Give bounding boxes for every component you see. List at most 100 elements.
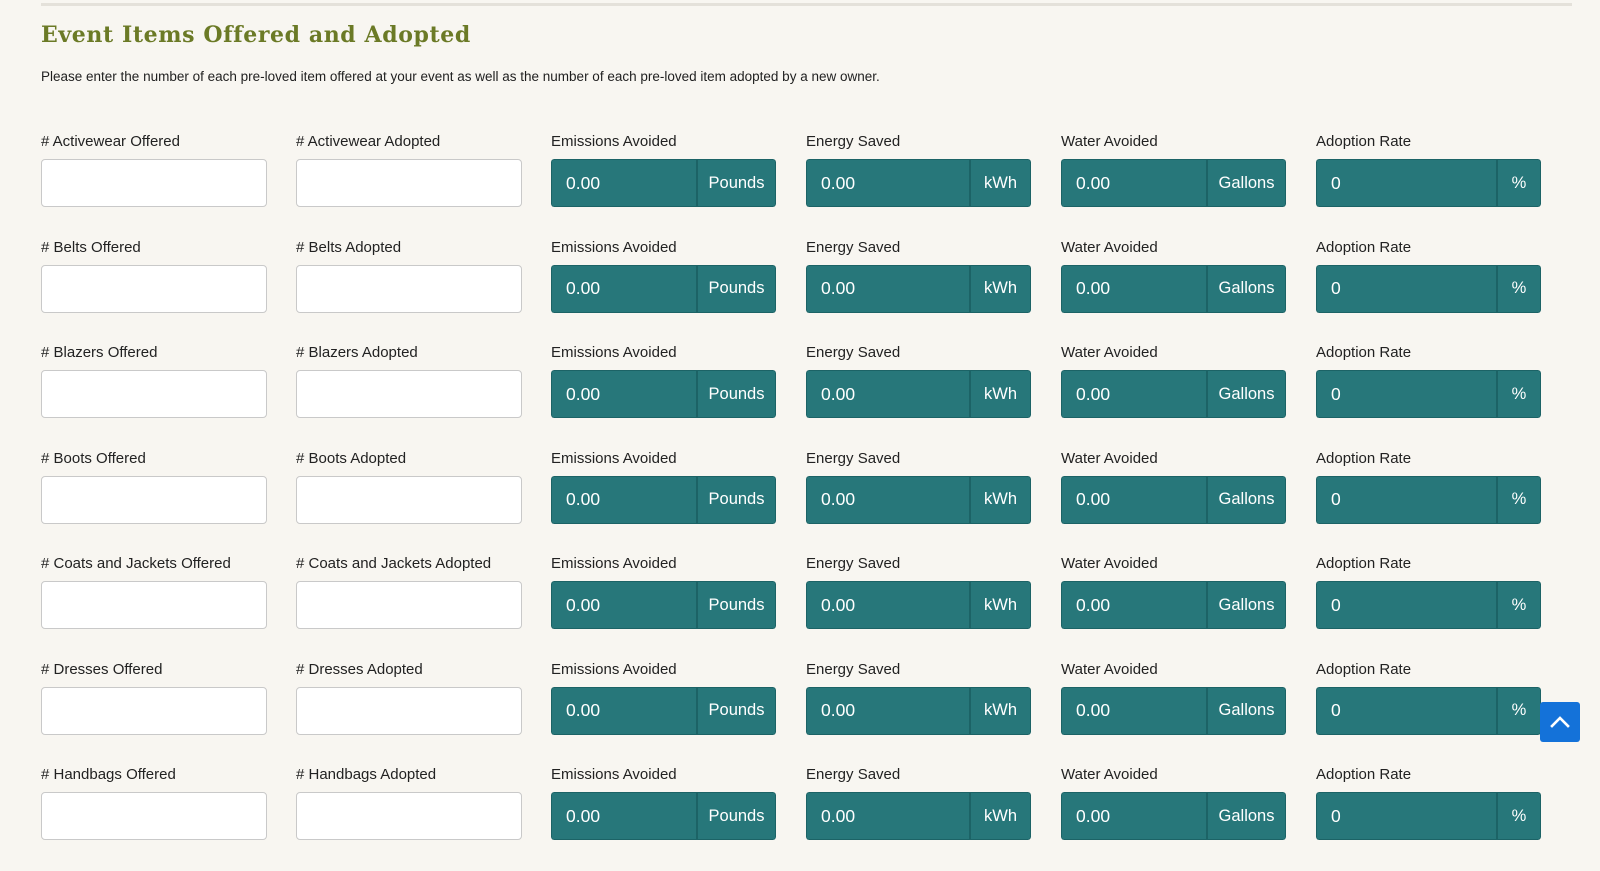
energy-unit: kWh (969, 264, 1031, 313)
energy-field: Energy Saved 0.00 kWh (806, 660, 1031, 735)
water-field: Water Avoided 0.00 Gallons (1061, 238, 1286, 313)
emissions-field: Emissions Avoided 0.00 Pounds (551, 554, 776, 629)
offered-label: # Dresses Offered (41, 660, 163, 678)
adoption-unit: % (1496, 792, 1541, 840)
emissions-unit: Pounds (696, 686, 776, 735)
adoption-output-group: 0% (1316, 370, 1541, 418)
energy-output-group: 0.00 kWh (806, 475, 1031, 524)
water-label: Water Avoided (1061, 660, 1158, 678)
emissions-field: Emissions Avoided 0.00 Pounds (551, 132, 776, 207)
water-field: Water Avoided 0.00 Gallons (1061, 343, 1286, 418)
water-field: Water Avoided 0.00 Gallons (1061, 554, 1286, 629)
energy-unit: kWh (969, 159, 1031, 207)
offered-count-input[interactable] (41, 581, 267, 629)
adopted-count-input[interactable] (296, 264, 522, 313)
adoption-field: Adoption Rate 0% (1316, 449, 1541, 524)
offered-count-input[interactable] (41, 475, 267, 524)
emissions-output-group: 0.00 Pounds (551, 581, 776, 629)
offered-field: # Handbags Offered (41, 765, 267, 840)
water-value: 0.00 (1061, 686, 1206, 735)
emissions-field: Emissions Avoided 0.00 Pounds (551, 238, 776, 313)
offered-field: # Dresses Offered (41, 660, 267, 735)
adoption-output-group: 0% (1316, 475, 1541, 524)
offered-field: # Activewear Offered (41, 132, 267, 207)
adopted-count-input[interactable] (296, 159, 522, 207)
offered-count-input[interactable] (41, 686, 267, 735)
adoption-field: Adoption Rate 0% (1316, 554, 1541, 629)
adoption-field: Adoption Rate 0% (1316, 132, 1541, 207)
emissions-unit: Pounds (696, 370, 776, 418)
adopted-field: # Dresses Adopted (296, 660, 522, 735)
energy-field: Energy Saved 0.00 kWh (806, 238, 1031, 313)
adopted-label: # Activewear Adopted (296, 133, 441, 150)
form-row: # Boots Offered # Boots Adopted Emissions … (41, 449, 1573, 555)
offered-label: # Handbags Offered (41, 766, 176, 783)
emissions-value: 0.00 (551, 792, 696, 840)
energy-label: Energy Saved (806, 344, 901, 361)
energy-unit: kWh (969, 686, 1031, 735)
adopted-label: # Blazers Adopted (296, 344, 418, 361)
emissions-value: 0.00 (551, 264, 696, 313)
adoption-label: Adoption Rate (1316, 344, 1412, 361)
adoption-output-group: 0% (1316, 264, 1541, 313)
offered-count-input[interactable] (41, 370, 267, 418)
emissions-field: Emissions Avoided 0.00 Pounds (551, 765, 776, 840)
adopted-count-input[interactable] (296, 792, 522, 840)
energy-label: Energy Saved (806, 449, 901, 467)
offered-count-input[interactable] (41, 264, 267, 313)
offered-count-input[interactable] (41, 159, 267, 207)
adopted-label: # Handbags Adopted (296, 766, 437, 783)
water-output-group: 0.00 Gallons (1061, 159, 1286, 207)
form-row: # Dresses Offered # Dresses Adopted Emissi… (41, 660, 1573, 766)
energy-field: Energy Saved 0.00 kWh (806, 132, 1031, 207)
energy-field: Energy Saved 0.00 kWh (806, 554, 1031, 629)
energy-label: Energy Saved (806, 766, 901, 783)
offered-label: # Coats and Jackets Offered (41, 555, 231, 572)
emissions-label: Emissions Avoided (551, 660, 677, 678)
form-row: # Coats and Jackets Offered # Coats and J… (41, 554, 1573, 660)
adoption-output-group: 0% (1316, 792, 1541, 840)
water-unit: Gallons (1206, 792, 1286, 840)
energy-output-group: 0.00 kWh (806, 792, 1031, 840)
emissions-output-group: 0.00 Pounds (551, 370, 776, 418)
offered-count-input[interactable] (41, 792, 267, 840)
energy-label: Energy Saved (806, 133, 901, 150)
emissions-label: Emissions Avoided (551, 344, 677, 361)
adopted-field: # Coats and Jackets Adopted (296, 554, 522, 629)
emissions-output-group: 0.00 Pounds (551, 686, 776, 735)
adoption-value: 0 (1316, 686, 1496, 735)
water-unit: Gallons (1206, 264, 1286, 313)
water-output-group: 0.00 Gallons (1061, 792, 1286, 840)
adopted-count-input[interactable] (296, 686, 522, 735)
form-row: # Belts Offered # Belts Adopted Emissions … (41, 238, 1573, 344)
adoption-field: Adoption Rate 0% (1316, 343, 1541, 418)
adoption-value: 0 (1316, 581, 1496, 629)
emissions-field: Emissions Avoided 0.00 Pounds (551, 660, 776, 735)
emissions-field: Emissions Avoided 0.00 Pounds (551, 449, 776, 524)
water-output-group: 0.00 Gallons (1061, 264, 1286, 313)
emissions-output-group: 0.00 Pounds (551, 475, 776, 524)
energy-value: 0.00 (806, 686, 969, 735)
water-value: 0.00 (1061, 475, 1206, 524)
adopted-count-input[interactable] (296, 370, 522, 418)
scroll-to-top-button[interactable] (1540, 702, 1580, 742)
energy-value: 0.00 (806, 475, 969, 524)
adoption-label: Adoption Rate (1316, 133, 1412, 150)
adopted-count-input[interactable] (296, 475, 522, 524)
emissions-label: Emissions Avoided (551, 238, 677, 256)
water-value: 0.00 (1061, 159, 1206, 207)
water-label: Water Avoided (1061, 344, 1158, 361)
adoption-field: Adoption Rate 0% (1316, 660, 1541, 735)
water-field: Water Avoided 0.00 Gallons (1061, 449, 1286, 524)
adopted-label: # Dresses Adopted (296, 660, 423, 678)
water-label: Water Avoided (1061, 555, 1158, 572)
water-field: Water Avoided 0.00 Gallons (1061, 132, 1286, 207)
adoption-label: Adoption Rate (1316, 766, 1412, 783)
emissions-label: Emissions Avoided (551, 555, 677, 572)
emissions-value: 0.00 (551, 370, 696, 418)
adopted-count-input[interactable] (296, 581, 522, 629)
adoption-unit: % (1496, 686, 1541, 735)
water-unit: Gallons (1206, 581, 1286, 629)
form-row: # Handbags Offered # Handbags Adopted Emis… (41, 765, 1573, 871)
form-row: # Blazers Offered # Blazers Adopted Emissi… (41, 343, 1573, 449)
